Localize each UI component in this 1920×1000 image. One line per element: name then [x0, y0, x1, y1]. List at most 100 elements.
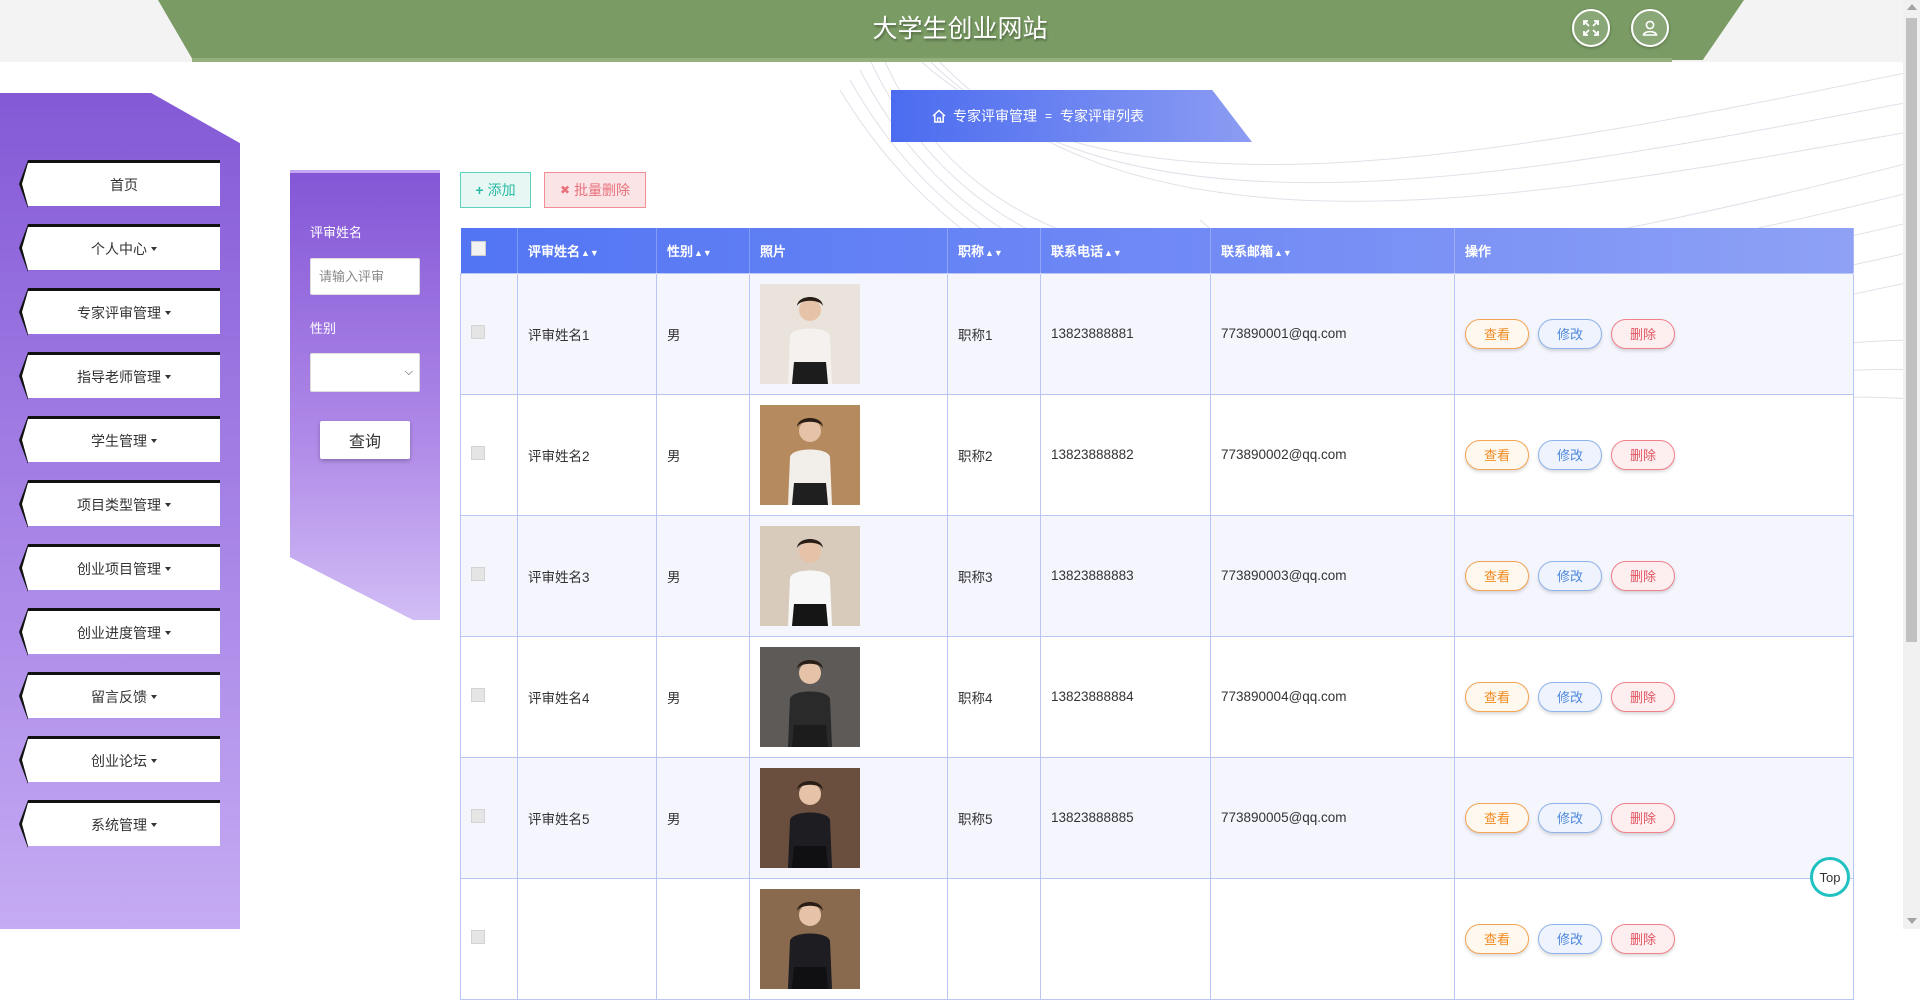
sidebar-item[interactable]: 创业论坛 — [19, 736, 220, 784]
row-select-cell — [460, 514, 518, 637]
delete-button[interactable]: 删除 — [1611, 318, 1675, 349]
delete-button[interactable]: 删除 — [1611, 802, 1675, 833]
sidebar-item[interactable]: 专家评审管理 — [19, 288, 220, 336]
select-all-checkbox[interactable] — [470, 241, 486, 257]
column-header[interactable]: 联系邮箱▲▼ — [1210, 228, 1455, 273]
reviewer-name-cell: 评审姓名5 — [517, 756, 657, 879]
job-title-cell — [947, 877, 1041, 1000]
back-to-top-button[interactable]: Top — [1810, 857, 1850, 897]
add-button[interactable]: + 添加 — [460, 172, 531, 208]
row-checkbox[interactable] — [471, 930, 485, 944]
row-checkbox[interactable] — [471, 688, 485, 702]
close-icon: ✖ — [559, 183, 571, 197]
name-search-label: 评审姓名 — [310, 225, 363, 240]
row-checkbox[interactable] — [471, 325, 485, 339]
view-button[interactable]: 查看 — [1465, 802, 1529, 833]
email-cell: 773890003@qq.com — [1210, 514, 1455, 637]
phone-cell: 13823888883 — [1040, 514, 1211, 637]
reviewer-name-cell: 评审姓名2 — [517, 393, 657, 516]
sidebar-item[interactable]: 系统管理 — [19, 800, 220, 848]
job-title-cell: 职称4 — [947, 635, 1041, 758]
view-button[interactable]: 查看 — [1465, 681, 1529, 712]
delete-button[interactable]: 删除 — [1611, 681, 1675, 712]
sidebar-item[interactable]: 指导老师管理 — [19, 352, 220, 400]
column-header[interactable]: 联系电话▲▼ — [1040, 228, 1211, 273]
sidebar-item[interactable]: 首页 — [19, 160, 220, 208]
sidebar-item[interactable]: 项目类型管理 — [19, 480, 220, 528]
column-header[interactable]: 评审姓名▲▼ — [517, 228, 657, 273]
sidebar-item-label: 学生管理 — [91, 432, 147, 449]
scroll-down-icon[interactable] — [1907, 918, 1917, 924]
caret-down-icon — [151, 438, 157, 443]
edit-button[interactable]: 修改 — [1538, 681, 1602, 712]
email-cell: 773890002@qq.com — [1210, 393, 1455, 516]
gender-cell: 男 — [656, 756, 750, 879]
row-select-cell — [460, 635, 518, 758]
row-checkbox[interactable] — [471, 567, 485, 581]
delete-button[interactable]: 删除 — [1611, 923, 1675, 954]
batch-delete-button[interactable]: ✖ 批量删除 — [544, 172, 646, 208]
row-select-cell — [460, 756, 518, 879]
caret-down-icon — [151, 758, 157, 763]
column-header: 照片 — [749, 228, 948, 273]
fullscreen-button[interactable] — [1572, 9, 1610, 47]
table-row: 评审姓名2 男职称2 13823888882 773890002@qq.com 查看 修改… — [460, 393, 1854, 516]
sidebar-item[interactable]: 个人中心 — [19, 224, 220, 272]
sort-icon: ▲▼ — [985, 247, 1003, 258]
breadcrumb-separator: = — [1045, 109, 1053, 123]
edit-button[interactable]: 修改 — [1538, 439, 1602, 470]
view-button[interactable]: 查看 — [1465, 439, 1529, 470]
edit-button[interactable]: 修改 — [1538, 802, 1602, 833]
column-header[interactable]: 职称▲▼ — [947, 228, 1041, 273]
reviewer-table: 评审姓名▲▼ 性别▲▼ 照片 职称▲▼ 联系电话▲▼ 联系邮箱▲▼ 操作 评审姓… — [460, 228, 1854, 1000]
edit-button[interactable]: 修改 — [1538, 923, 1602, 954]
delete-button[interactable]: 删除 — [1611, 560, 1675, 591]
sidebar-item-label: 首页 — [110, 176, 138, 193]
table-row: 评审姓名1 男职称1 13823888881 773890001@qq.com 查看 修改… — [460, 272, 1854, 395]
sidebar-item[interactable]: 留言反馈 — [19, 672, 220, 720]
operations-cell: 查看 修改 删除 — [1454, 877, 1854, 1000]
sidebar-item[interactable]: 创业进度管理 — [19, 608, 220, 656]
breadcrumb-parent[interactable]: 专家评审管理 — [953, 106, 1037, 126]
delete-button[interactable]: 删除 — [1611, 439, 1675, 470]
plus-icon: + — [475, 182, 484, 198]
scrollbar-thumb[interactable] — [1906, 18, 1917, 642]
edit-button[interactable]: 修改 — [1538, 318, 1602, 349]
operations-cell: 查看 修改 删除 — [1454, 635, 1854, 758]
reviewer-photo — [760, 767, 860, 868]
sidebar-item[interactable]: 创业项目管理 — [19, 544, 220, 592]
job-title-cell: 职称5 — [947, 756, 1041, 879]
gender-cell — [656, 877, 750, 1000]
job-title-cell: 职称2 — [947, 393, 1041, 516]
view-button[interactable]: 查看 — [1465, 923, 1529, 954]
row-checkbox[interactable] — [471, 446, 485, 460]
query-button[interactable]: 查询 — [320, 421, 410, 459]
home-icon[interactable] — [931, 108, 947, 124]
gender-search-label: 性别 — [310, 321, 337, 336]
edit-button[interactable]: 修改 — [1538, 560, 1602, 591]
gender-select[interactable]: ⌵ — [310, 353, 420, 392]
gender-cell: 男 — [656, 272, 750, 395]
email-cell: 773890005@qq.com — [1210, 756, 1455, 879]
sidebar-item-label: 指导老师管理 — [77, 368, 161, 385]
sort-icon: ▲▼ — [1104, 247, 1122, 258]
select-all-cell — [460, 228, 518, 273]
row-checkbox[interactable] — [471, 809, 485, 823]
table-row: 评审姓名5 男职称5 13823888885 773890005@qq.com 查看 修改… — [460, 756, 1854, 879]
view-button[interactable]: 查看 — [1465, 318, 1529, 349]
sidebar-item-label: 系统管理 — [91, 816, 147, 833]
phone-cell: 13823888881 — [1040, 272, 1211, 395]
phone-cell — [1040, 877, 1211, 1000]
caret-down-icon — [165, 374, 171, 379]
sidebar-item[interactable]: 学生管理 — [19, 416, 220, 464]
scroll-up-icon[interactable] — [1907, 4, 1917, 10]
name-search-input[interactable] — [310, 258, 420, 295]
reviewer-name-cell: 评审姓名1 — [517, 272, 657, 395]
column-header[interactable]: 性别▲▼ — [656, 228, 750, 273]
email-cell — [1210, 877, 1455, 1000]
user-button[interactable] — [1631, 9, 1669, 47]
caret-down-icon — [165, 630, 171, 635]
caret-down-icon — [165, 566, 171, 571]
email-cell: 773890004@qq.com — [1210, 635, 1455, 758]
view-button[interactable]: 查看 — [1465, 560, 1529, 591]
